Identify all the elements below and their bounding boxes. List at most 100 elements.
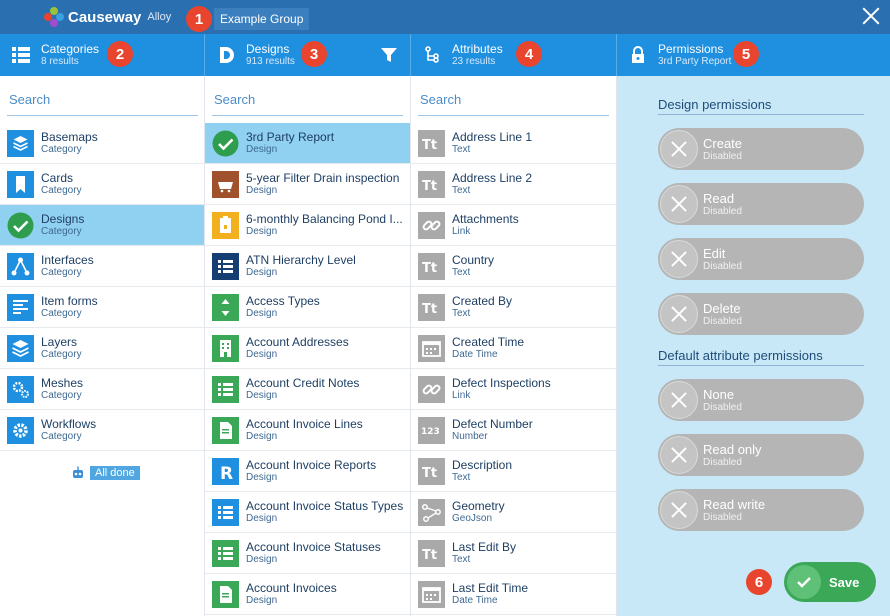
permission-toggle[interactable]: Edit Disabled bbox=[658, 238, 864, 280]
list-item[interactable]: R Account Invoice Reports Design bbox=[205, 451, 410, 492]
item-name: ATN Hierarchy Level bbox=[246, 253, 356, 267]
categories-header: Categories 8 results bbox=[0, 34, 205, 76]
designs-search-input[interactable]: Search bbox=[212, 92, 403, 116]
list-item[interactable]: Tt Last Edit By Text bbox=[411, 533, 616, 574]
list-item[interactable]: Tt Description Text bbox=[411, 451, 616, 492]
item-name: Attachments bbox=[452, 212, 519, 226]
item-name: Country bbox=[452, 253, 495, 267]
list-item[interactable]: Designs Category bbox=[0, 205, 204, 246]
item-name: Account Invoice Reports bbox=[246, 458, 377, 472]
toggle-state: Disabled bbox=[703, 402, 742, 413]
design-d-icon bbox=[220, 47, 234, 63]
item-type: Category bbox=[41, 390, 82, 401]
list-item[interactable]: Account Credit Notes Design bbox=[205, 369, 410, 410]
categories-count: 8 results bbox=[41, 56, 79, 67]
list-item[interactable]: Account Invoice Lines Design bbox=[205, 410, 410, 451]
item-name: Access Types bbox=[246, 294, 320, 308]
item-type: Category bbox=[41, 431, 82, 442]
permission-toggle[interactable]: None Disabled bbox=[658, 379, 864, 421]
item-type: Category bbox=[41, 144, 82, 155]
close-icon bbox=[660, 436, 698, 474]
form-icon bbox=[7, 294, 34, 321]
list-item[interactable]: Item forms Category bbox=[0, 287, 204, 328]
categories-search-input[interactable]: Search bbox=[7, 92, 198, 116]
item-name: Layers bbox=[41, 335, 78, 349]
item-type: Text bbox=[452, 267, 471, 278]
item-name: Account Invoice Status Types bbox=[246, 499, 404, 513]
list-item[interactable]: Interfaces Category bbox=[0, 246, 204, 287]
list-item[interactable]: Created Time Date Time bbox=[411, 328, 616, 369]
list-item[interactable]: Attachments Link bbox=[411, 205, 616, 246]
item-type: Design bbox=[246, 513, 278, 524]
close-button[interactable] bbox=[860, 5, 882, 27]
save-button[interactable]: Save bbox=[784, 562, 876, 602]
list-item[interactable]: Defect Inspections Link bbox=[411, 369, 616, 410]
product-name: Alloy bbox=[147, 11, 172, 23]
permission-toggle[interactable]: Create Disabled bbox=[658, 128, 864, 170]
list-icon bbox=[212, 376, 239, 403]
list-item[interactable]: Access Types Design bbox=[205, 287, 410, 328]
group-selector[interactable]: Example Group bbox=[214, 8, 310, 30]
permission-toggle[interactable]: Read only Disabled bbox=[658, 434, 864, 476]
save-label: Save bbox=[829, 575, 860, 590]
list-icon bbox=[12, 47, 30, 63]
item-type: Design bbox=[246, 390, 278, 401]
list-item[interactable]: 5-year Filter Drain inspection Design bbox=[205, 164, 410, 205]
document-icon bbox=[212, 581, 239, 608]
check-icon bbox=[787, 565, 821, 599]
categories-list: Basemaps Category Cards Category Designs Cate… bbox=[0, 123, 204, 451]
permission-toggle[interactable]: Delete Disabled bbox=[658, 293, 864, 335]
list-item[interactable]: Account Invoice Statuses Design bbox=[205, 533, 410, 574]
list-item[interactable]: 3rd Party Report Design bbox=[205, 123, 410, 164]
list-item[interactable]: Account Invoice Status Types Design bbox=[205, 492, 410, 533]
list-item[interactable]: Meshes Category bbox=[0, 369, 204, 410]
list-item[interactable]: ATN Hierarchy Level Design bbox=[205, 246, 410, 287]
list-item[interactable]: Layers Category bbox=[0, 328, 204, 369]
list-item[interactable]: Workflows Category bbox=[0, 410, 204, 451]
item-name: Workflows bbox=[41, 417, 97, 431]
svg-text:Tt: Tt bbox=[422, 179, 437, 194]
list-item[interactable]: Account Addresses Design bbox=[205, 328, 410, 369]
list-item[interactable]: Last Edit Time Date Time bbox=[411, 574, 616, 615]
item-name: Created Time bbox=[452, 335, 525, 349]
item-type: Category bbox=[41, 185, 82, 196]
layers-stack-icon bbox=[7, 130, 34, 157]
item-type: Text bbox=[452, 554, 471, 565]
permission-toggle[interactable]: Read write Disabled bbox=[658, 489, 864, 531]
list-item[interactable]: Cards Category bbox=[0, 164, 204, 205]
toggle-state: Disabled bbox=[703, 261, 742, 272]
list-item[interactable]: Account Invoices Design bbox=[205, 574, 410, 615]
list-item[interactable]: 6-monthly Balancing Pond I... Design bbox=[205, 205, 410, 246]
list-item[interactable]: Basemaps Category bbox=[0, 123, 204, 164]
item-type: Design bbox=[246, 595, 278, 606]
toggle-state: Disabled bbox=[703, 512, 742, 523]
design-permissions-heading: Design permissions bbox=[658, 97, 864, 115]
designs-list: 3rd Party Report Design 5-year Filter Drai… bbox=[205, 123, 410, 615]
filter-icon[interactable] bbox=[380, 46, 398, 64]
item-name: Cards bbox=[41, 171, 74, 185]
text-type-icon: Tt bbox=[418, 294, 445, 321]
permission-toggle[interactable]: Read Disabled bbox=[658, 183, 864, 225]
causeway-logo-icon bbox=[44, 7, 64, 27]
list-item[interactable]: Tt Country Text bbox=[411, 246, 616, 287]
step-badge: 3 bbox=[301, 41, 327, 67]
list-item[interactable]: Tt Address Line 2 Text bbox=[411, 164, 616, 205]
status-text: All done bbox=[90, 466, 140, 480]
gear-icon bbox=[7, 417, 34, 444]
attributes-search-input[interactable]: Search bbox=[418, 92, 609, 116]
item-name: Item forms bbox=[41, 294, 98, 308]
gears-icon bbox=[7, 376, 34, 403]
list-item[interactable]: Tt Created By Text bbox=[411, 287, 616, 328]
item-type: Design bbox=[246, 472, 278, 483]
close-icon bbox=[660, 491, 698, 529]
item-name: 6-monthly Balancing Pond I... bbox=[246, 212, 403, 226]
list-item[interactable]: 123 Defect Number Number bbox=[411, 410, 616, 451]
item-type: Design bbox=[246, 349, 278, 360]
check-circle-icon bbox=[7, 212, 34, 239]
list-item[interactable]: Geometry GeoJson bbox=[411, 492, 616, 533]
list-item[interactable]: Tt Address Line 1 Text bbox=[411, 123, 616, 164]
close-icon bbox=[660, 240, 698, 278]
item-type: Text bbox=[452, 472, 471, 483]
toggle-state: Disabled bbox=[703, 457, 742, 468]
svg-text:123: 123 bbox=[421, 427, 440, 437]
